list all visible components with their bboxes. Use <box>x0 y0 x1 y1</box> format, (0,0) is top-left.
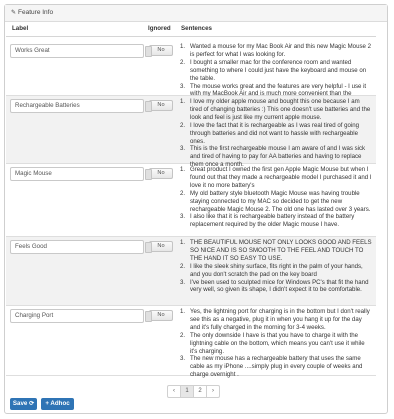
sentence-number: 2. <box>180 121 186 129</box>
sentence-text: I like the sleek shiny surface, fits rig… <box>190 262 363 278</box>
toggle-knob <box>145 242 152 253</box>
ignored-value: No <box>157 170 165 176</box>
toggle-knob <box>145 46 152 57</box>
sentence-item: 3. I also like that it is rechargeable ba… <box>180 213 372 229</box>
sentence-list: 1. Yes, the lightning port for charging i… <box>180 308 372 379</box>
sentence-number: 2. <box>180 331 186 339</box>
sentence-list: 1. I love my older apple mouse and bought… <box>180 98 372 169</box>
sentence-number: 3. <box>180 355 186 363</box>
column-header-label: Label <box>12 25 29 32</box>
ignored-value: No <box>157 47 165 53</box>
sentence-item: 1. THE BEAUTIFUL MOUSE NOT ONLY LOOKS GOO… <box>180 239 372 263</box>
sentence-text: The only downside I have is that you hav… <box>190 331 365 355</box>
sentence-text: The new mouse has a rechargeable battery… <box>190 355 363 379</box>
ignored-value: No <box>157 102 165 108</box>
ignored-toggle[interactable]: No <box>145 310 173 322</box>
pagination-page-2[interactable]: 2 <box>193 385 207 398</box>
sentence-number: 1. <box>180 308 186 315</box>
column-header-sentences: Sentences <box>181 25 212 32</box>
sentence-number: 1. <box>180 166 186 173</box>
sentence-number: 1. <box>180 239 186 246</box>
toggle-knob <box>145 101 152 112</box>
sentence-item: 2. The only downside I have is that you h… <box>180 332 372 356</box>
panel-title: Feature Info <box>18 9 54 16</box>
sentence-item: 2. I like the sleek shiny surface, fits r… <box>180 263 372 279</box>
sentence-text: I bought a smaller mac for the conferenc… <box>190 58 367 82</box>
refresh-icon: ⟳ <box>29 401 35 407</box>
sentence-number: 3. <box>180 278 186 286</box>
ignored-toggle[interactable]: No <box>145 100 173 112</box>
sentence-number: 3. <box>180 213 186 221</box>
sentence-number: 3. <box>180 145 186 153</box>
sentence-text: Great product I owned the first gen Appl… <box>190 166 372 189</box>
feature-row: Works Great No 1. Wanted a mouse for my Mac… <box>6 41 376 105</box>
column-header-ignored: Ignored <box>148 25 171 32</box>
feature-row: Magic Mouse No 1. Great product I owned the… <box>6 164 376 237</box>
sentence-item: 2. I bought a smaller mac for the confere… <box>180 59 372 83</box>
pagination-prev[interactable]: ‹ <box>167 385 181 398</box>
pencil-icon: ✎ <box>11 10 17 16</box>
sentence-number: 1. <box>180 98 186 105</box>
sentence-text: I also like that it is rechargeable batt… <box>190 213 355 229</box>
sentence-text: THE BEAUTIFUL MOUSE NOT ONLY LOOKS GOOD … <box>190 239 372 262</box>
adhoc-button[interactable]: + Adhoc <box>41 398 74 410</box>
pagination-page-1[interactable]: 1 <box>180 385 194 398</box>
toggle-knob <box>145 311 152 322</box>
pagination: ‹ 1 2 › <box>167 385 220 398</box>
label-input[interactable]: Charging Port <box>10 309 144 323</box>
ignored-toggle[interactable]: No <box>145 45 173 57</box>
feature-row: Charging Port No 1. Yes, the lightning port… <box>6 306 376 379</box>
sentence-number: 1. <box>180 43 186 50</box>
sentence-text: I love my older apple mouse and bought t… <box>190 98 371 121</box>
ignored-value: No <box>157 243 165 249</box>
sentence-item: 3. The new mouse has a rechargeable batte… <box>180 355 372 379</box>
sentence-text: I've been used to sculpted mice for Wind… <box>190 278 369 294</box>
sentence-number: 3. <box>180 82 186 90</box>
toggle-knob <box>145 169 152 180</box>
label-input[interactable]: Magic Mouse <box>10 167 144 181</box>
ignored-value: No <box>157 312 165 318</box>
sentence-item: 3. I've been used to sculpted mice for Wi… <box>180 279 372 295</box>
ignored-toggle[interactable]: No <box>145 241 173 253</box>
header-divider <box>6 36 376 37</box>
sentence-list: 1. Great product I owned the first gen Ap… <box>180 166 372 229</box>
feature-row: Rechargeable Batteries No 1. I love my olde… <box>6 96 376 168</box>
sentence-item: 1. I love my older apple mouse and bought… <box>180 98 372 122</box>
sentence-item: 2. I love the fact that it is rechargeabl… <box>180 122 372 146</box>
sentence-number: 2. <box>180 189 186 197</box>
panel-heading: ✎ Feature Info <box>5 5 387 22</box>
save-label: Save <box>12 400 28 407</box>
pagination-next[interactable]: › <box>206 385 220 398</box>
sentence-text: My old battery style bluetooth Magic Mou… <box>190 189 371 213</box>
save-button[interactable]: Save ⟳ <box>10 398 37 410</box>
sentence-text: Wanted a mouse for my Mac Book Air and t… <box>190 43 371 58</box>
label-input[interactable]: Works Great <box>10 44 144 58</box>
sentence-list: 1. THE BEAUTIFUL MOUSE NOT ONLY LOOKS GOO… <box>180 239 372 294</box>
feature-row: Feels Good No 1. THE BEAUTIFUL MOUSE NOT ON… <box>6 237 376 306</box>
sentence-text: I love the fact that it is rechargeable … <box>190 121 360 145</box>
ignored-toggle[interactable]: No <box>145 168 173 180</box>
label-input[interactable]: Feels Good <box>10 240 144 254</box>
sentence-number: 2. <box>180 262 186 270</box>
sentence-number: 2. <box>180 58 186 66</box>
label-input[interactable]: Rechargeable Batteries <box>10 99 144 113</box>
sentence-item: 1. Great product I owned the first gen Ap… <box>180 166 372 190</box>
sentence-text: Yes, the lightning port for charging is … <box>190 308 370 331</box>
sentence-item: 1. Yes, the lightning port for charging i… <box>180 308 372 332</box>
sentence-item: 2. My old battery style bluetooth Magic M… <box>180 190 372 214</box>
sentence-item: 1. Wanted a mouse for my Mac Book Air and… <box>180 43 372 59</box>
